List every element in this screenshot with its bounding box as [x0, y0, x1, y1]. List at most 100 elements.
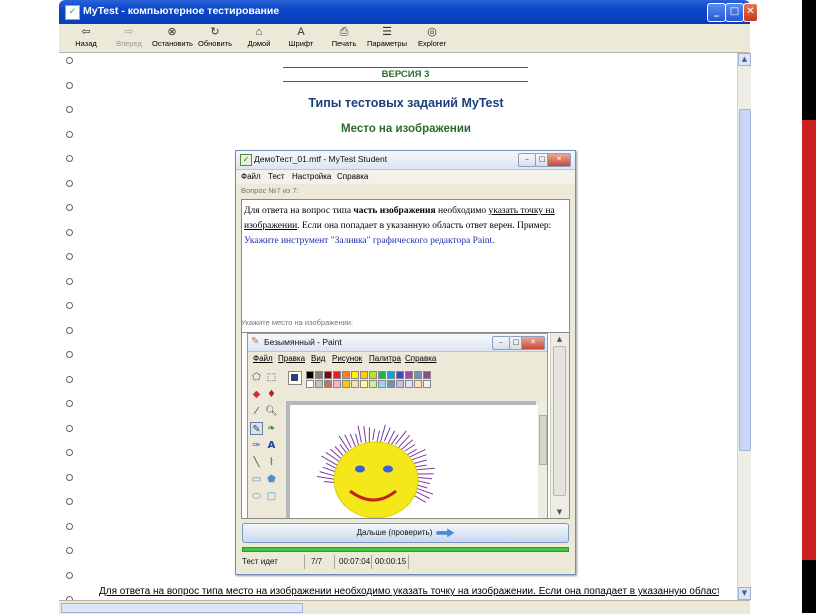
- image-scroll-up-icon[interactable]: ▲: [551, 333, 568, 345]
- minimize-button[interactable]: _: [707, 3, 726, 22]
- text-tool-icon[interactable]: A: [265, 439, 278, 452]
- menu-file: Файл: [241, 172, 261, 181]
- explorer-label: Explorer: [418, 39, 446, 48]
- paint-menu-file: Файл: [253, 354, 273, 363]
- palette-swatch[interactable]: [360, 371, 368, 379]
- image-scroll-thumb[interactable]: [553, 346, 566, 496]
- color-palette[interactable]: [288, 371, 448, 395]
- refresh-button[interactable]: ↻ Обновить: [198, 25, 232, 48]
- status-divider: [304, 555, 305, 569]
- binder-ring-icon: [66, 278, 73, 285]
- question-part: необходимо: [436, 206, 489, 216]
- window-title: MyTest - компьютерное тестирование: [83, 5, 279, 17]
- home-label: Домой: [248, 39, 271, 48]
- palette-swatch[interactable]: [405, 380, 413, 388]
- airbrush-icon[interactable]: ✑: [250, 439, 263, 452]
- forward-button[interactable]: ⇨ Вперед: [115, 25, 143, 48]
- palette-swatch[interactable]: [414, 380, 422, 388]
- side-accent: [802, 120, 816, 560]
- paint-title: Безымянный - Paint: [264, 337, 342, 347]
- back-button[interactable]: ⇦ Назад: [74, 25, 98, 48]
- palette-swatch[interactable]: [306, 380, 314, 388]
- palette-swatch[interactable]: [315, 380, 323, 388]
- palette-swatch[interactable]: [369, 380, 377, 388]
- print-icon: ⎙: [337, 25, 351, 39]
- palette-swatch[interactable]: [315, 371, 323, 379]
- free-select-icon[interactable]: ⬠: [250, 371, 263, 384]
- palette-swatch[interactable]: [405, 371, 413, 379]
- next-check-button[interactable]: Дальше (проверить): [242, 523, 569, 543]
- scroll-thumb[interactable]: [739, 109, 751, 451]
- palette-swatch[interactable]: [333, 380, 341, 388]
- paint-scrollbar[interactable]: [539, 401, 547, 519]
- paint-menu-bar: Файл Правка Вид Рисунок Палитра Справка: [248, 352, 547, 365]
- paint-toolbox[interactable]: ⬠ ⬚ ◆ ♦ ⁄ 🔍︎ ✎ ❧ ✑ A ╲ ⌇ ▭ ⬟ ⬭ ▢: [250, 371, 284, 511]
- palette-swatch[interactable]: [378, 380, 386, 388]
- explorer-button[interactable]: ◎ Explorer: [417, 25, 447, 48]
- image-scrollbar[interactable]: ▲ ▼: [550, 333, 569, 519]
- palette-swatch[interactable]: [351, 371, 359, 379]
- pencil-icon[interactable]: ✎: [250, 422, 263, 435]
- palette-swatch[interactable]: [396, 380, 404, 388]
- rounded-rect-icon[interactable]: ▢: [265, 490, 278, 503]
- binder-ring-icon: [66, 131, 73, 138]
- palette-swatch[interactable]: [333, 371, 341, 379]
- maximize-button[interactable]: □: [725, 3, 744, 22]
- horizontal-scroll-thumb[interactable]: [61, 603, 303, 613]
- notebook-rings: [62, 53, 72, 606]
- fill-bucket-icon[interactable]: ♦: [265, 388, 278, 401]
- binder-ring-icon: [66, 180, 73, 187]
- palette-swatch[interactable]: [306, 371, 314, 379]
- brush-icon[interactable]: ❧: [265, 422, 278, 435]
- palette-swatch[interactable]: [387, 371, 395, 379]
- palette-swatch[interactable]: [342, 380, 350, 388]
- student-title-bar: ✓ ДемоТест_01.mtf - MyTest Student – □ ✕: [236, 151, 575, 170]
- close-button[interactable]: ✕: [743, 3, 758, 22]
- palette-swatch[interactable]: [369, 371, 377, 379]
- paint-scroll-thumb[interactable]: [539, 415, 547, 465]
- print-button[interactable]: ⎙ Печать: [331, 25, 357, 48]
- binder-ring-icon: [66, 106, 73, 113]
- curve-icon[interactable]: ⌇: [265, 456, 278, 469]
- rect-select-icon[interactable]: ⬚: [265, 371, 278, 384]
- eraser-icon[interactable]: ◆: [250, 388, 263, 401]
- scroll-down-icon[interactable]: ▼: [738, 587, 751, 600]
- magnifier-icon[interactable]: 🔍︎: [265, 405, 278, 418]
- rectangle-icon[interactable]: ▭: [250, 473, 263, 486]
- settings-icon: ☰: [380, 25, 394, 39]
- palette-swatch[interactable]: [423, 380, 431, 388]
- menu-help: Справка: [337, 172, 368, 181]
- palette-swatch[interactable]: [324, 380, 332, 388]
- vertical-scrollbar[interactable]: ▲ ▼: [737, 53, 751, 600]
- palette-swatch[interactable]: [360, 380, 368, 388]
- ellipse-icon[interactable]: ⬭: [250, 490, 263, 503]
- title-bar[interactable]: ✓ MyTest - компьютерное тестирование _ □…: [59, 0, 750, 24]
- polygon-icon[interactable]: ⬟: [265, 473, 278, 486]
- refresh-label: Обновить: [198, 39, 232, 48]
- palette-swatch[interactable]: [396, 371, 404, 379]
- status-elapsed: 00:07:04: [339, 557, 370, 566]
- settings-button[interactable]: ☰ Параметры: [367, 25, 407, 48]
- question-number: Вопрос №7 из 7:: [241, 186, 570, 198]
- font-button[interactable]: A Шрифт: [288, 25, 314, 48]
- line-icon[interactable]: ╲: [250, 456, 263, 469]
- palette-swatch[interactable]: [423, 371, 431, 379]
- paint-canvas[interactable]: [290, 405, 538, 519]
- palette-swatch[interactable]: [324, 371, 332, 379]
- stop-label: Остановить: [152, 39, 193, 48]
- menu-settings: Настройка: [292, 172, 331, 181]
- image-scroll-down-icon[interactable]: ▼: [551, 506, 568, 518]
- back-label: Назад: [75, 39, 97, 48]
- horizontal-scrollbar[interactable]: [59, 600, 750, 614]
- scroll-up-icon[interactable]: ▲: [738, 53, 751, 66]
- student-minimize-icon: –: [518, 153, 536, 167]
- palette-swatch[interactable]: [387, 380, 395, 388]
- paint-menu-help: Справка: [405, 354, 436, 363]
- palette-swatch[interactable]: [414, 371, 422, 379]
- palette-swatch[interactable]: [342, 371, 350, 379]
- palette-swatch[interactable]: [378, 371, 386, 379]
- palette-swatch[interactable]: [351, 380, 359, 388]
- color-picker-icon[interactable]: ⁄: [250, 405, 263, 418]
- home-button[interactable]: ⌂ Домой: [246, 25, 272, 48]
- stop-button[interactable]: ⊗ Остановить: [152, 25, 192, 48]
